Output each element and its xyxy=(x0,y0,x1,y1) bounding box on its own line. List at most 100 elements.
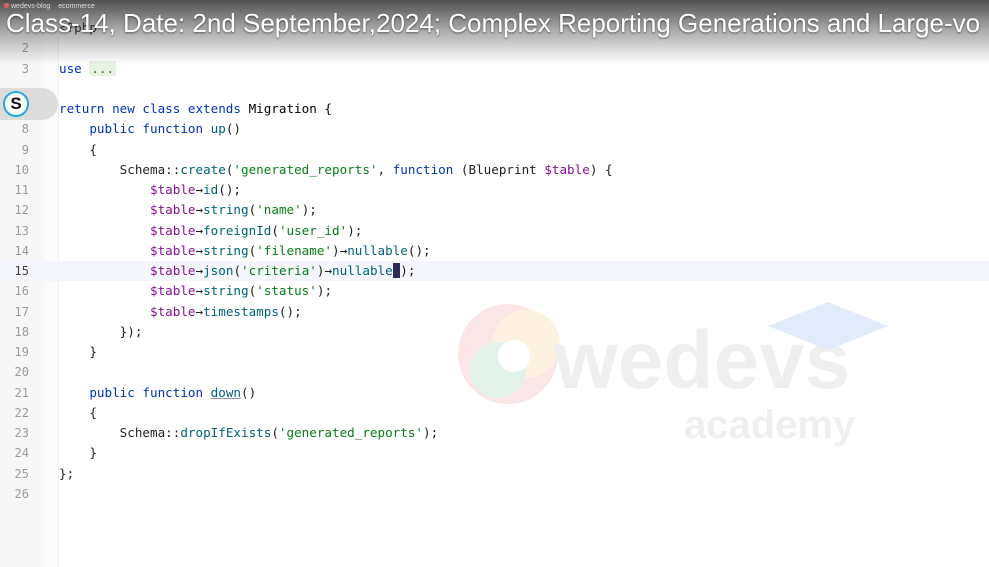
code-token: 'status' xyxy=(256,283,317,299)
code-line[interactable]: 13 $table→foreignId('user_id'); xyxy=(0,221,989,241)
code-token: (); xyxy=(218,182,242,197)
code-text: $table→timestamps(); xyxy=(59,302,302,322)
code-line[interactable]: 15 $table→json('criteria')→nullable(); xyxy=(0,261,989,281)
code-token: → xyxy=(195,222,204,238)
code-text: }; xyxy=(59,464,74,484)
code-line[interactable]: 8 public function up() xyxy=(0,119,989,139)
code-token: () xyxy=(241,384,257,400)
code-token: → xyxy=(195,283,204,299)
line-number: 26 xyxy=(14,486,29,501)
code-line[interactable]: 9 { xyxy=(0,140,989,160)
line-number: 14 xyxy=(14,243,29,258)
code-token: $table xyxy=(150,283,196,299)
code-token: id xyxy=(203,182,219,197)
code-text: $table→string('filename')→nullable(); xyxy=(59,241,431,261)
code-text: } xyxy=(59,443,97,463)
code-token: Schema:: xyxy=(59,161,181,177)
line-number: 22 xyxy=(14,405,29,420)
code-token: $table xyxy=(150,303,196,319)
line-number: 23 xyxy=(14,426,29,440)
code-line[interactable]: 25}; xyxy=(0,464,989,484)
code-token: ); xyxy=(422,425,439,440)
code-text: } xyxy=(59,342,97,362)
code-token: { xyxy=(59,404,97,420)
code-token: ); xyxy=(347,222,363,238)
video-title-overlay: wedevs-blog ecommerce Class-14, Date: 2n… xyxy=(0,0,989,64)
code-text: $table→string('status'); xyxy=(59,281,332,301)
code-text: $table→id(); xyxy=(59,180,241,200)
line-number: 18 xyxy=(14,324,29,339)
code-token: → xyxy=(195,182,204,197)
code-token: }; xyxy=(59,465,75,481)
code-token: Migration { xyxy=(248,101,332,116)
line-number: 25 xyxy=(14,466,29,481)
code-line[interactable] xyxy=(0,79,989,99)
code-token: 'user_id' xyxy=(278,222,348,238)
code-line[interactable]: 14 $table→string('filename')→nullable(); xyxy=(0,241,989,261)
code-token: 'generated_reports' xyxy=(233,161,378,177)
video-title: Class-14, Date: 2nd September,2024; Comp… xyxy=(6,8,981,38)
watermark-sub: academy xyxy=(684,403,856,447)
code-text: public function up() xyxy=(59,119,241,139)
code-text: $table→json('criteria')→nullable(); xyxy=(59,261,415,281)
code-token: json xyxy=(203,263,234,278)
code-token: $table xyxy=(150,182,196,197)
code-token: } xyxy=(59,445,97,461)
code-token: function xyxy=(392,161,461,177)
code-token: $table xyxy=(150,242,196,258)
wedevs-academy-watermark: wedevs academy xyxy=(458,302,888,447)
line-number: 9 xyxy=(21,142,29,157)
code-token: (Blueprint xyxy=(460,161,545,177)
code-text: Schema::create('generated_reports', func… xyxy=(59,160,613,180)
code-token: create xyxy=(180,161,226,177)
code-token: ( xyxy=(233,263,242,278)
code-line[interactable]: 12 $table→string('name'); xyxy=(0,200,989,220)
code-token: ( xyxy=(271,222,279,238)
code-token: (); xyxy=(407,242,431,258)
code-line[interactable]: 10 Schema::create('generated_reports', f… xyxy=(0,160,989,180)
code-token: } xyxy=(59,344,97,359)
code-text: public function down() xyxy=(59,383,256,403)
code-token: down xyxy=(210,384,242,400)
code-token: → xyxy=(195,263,204,278)
line-number: 8 xyxy=(21,122,29,137)
code-line[interactable]: 11 $table→id(); xyxy=(0,180,989,200)
code-token: public function xyxy=(89,384,211,400)
code-token: → xyxy=(195,202,204,218)
code-token: → xyxy=(195,303,204,319)
code-token: 'filename' xyxy=(256,242,333,258)
code-token: )→ xyxy=(332,242,348,258)
line-number: 10 xyxy=(14,162,29,177)
avatar[interactable]: S xyxy=(3,91,29,117)
code-text: { xyxy=(59,403,97,423)
code-token: )→ xyxy=(316,263,333,278)
code-text: }); xyxy=(59,322,143,342)
code-line[interactable]: return new class extends Migration { xyxy=(0,99,989,119)
line-number: 21 xyxy=(14,385,29,400)
code-token: $table xyxy=(150,222,196,238)
code-token: timestamps xyxy=(203,303,279,319)
code-token: ); xyxy=(301,202,317,218)
code-token: string xyxy=(203,202,249,218)
code-token: }); xyxy=(59,323,143,339)
code-token: string xyxy=(203,242,249,258)
code-editor[interactable]: <?php23use ...return new class extends M… xyxy=(0,0,989,567)
code-token: $table xyxy=(150,202,196,218)
code-line[interactable]: 26 xyxy=(0,484,989,504)
code-token: string xyxy=(203,283,249,299)
code-token: 'name' xyxy=(256,202,302,218)
code-text: Schema::dropIfExists('generated_reports'… xyxy=(59,423,439,443)
code-token: 'generated_reports' xyxy=(278,425,423,440)
line-number: 19 xyxy=(14,345,29,359)
line-number: 11 xyxy=(14,183,29,197)
line-number: 13 xyxy=(14,223,29,238)
code-text: $table→foreignId('user_id'); xyxy=(59,221,362,241)
code-token: foreignId xyxy=(203,222,272,238)
line-number: 15 xyxy=(14,264,29,278)
